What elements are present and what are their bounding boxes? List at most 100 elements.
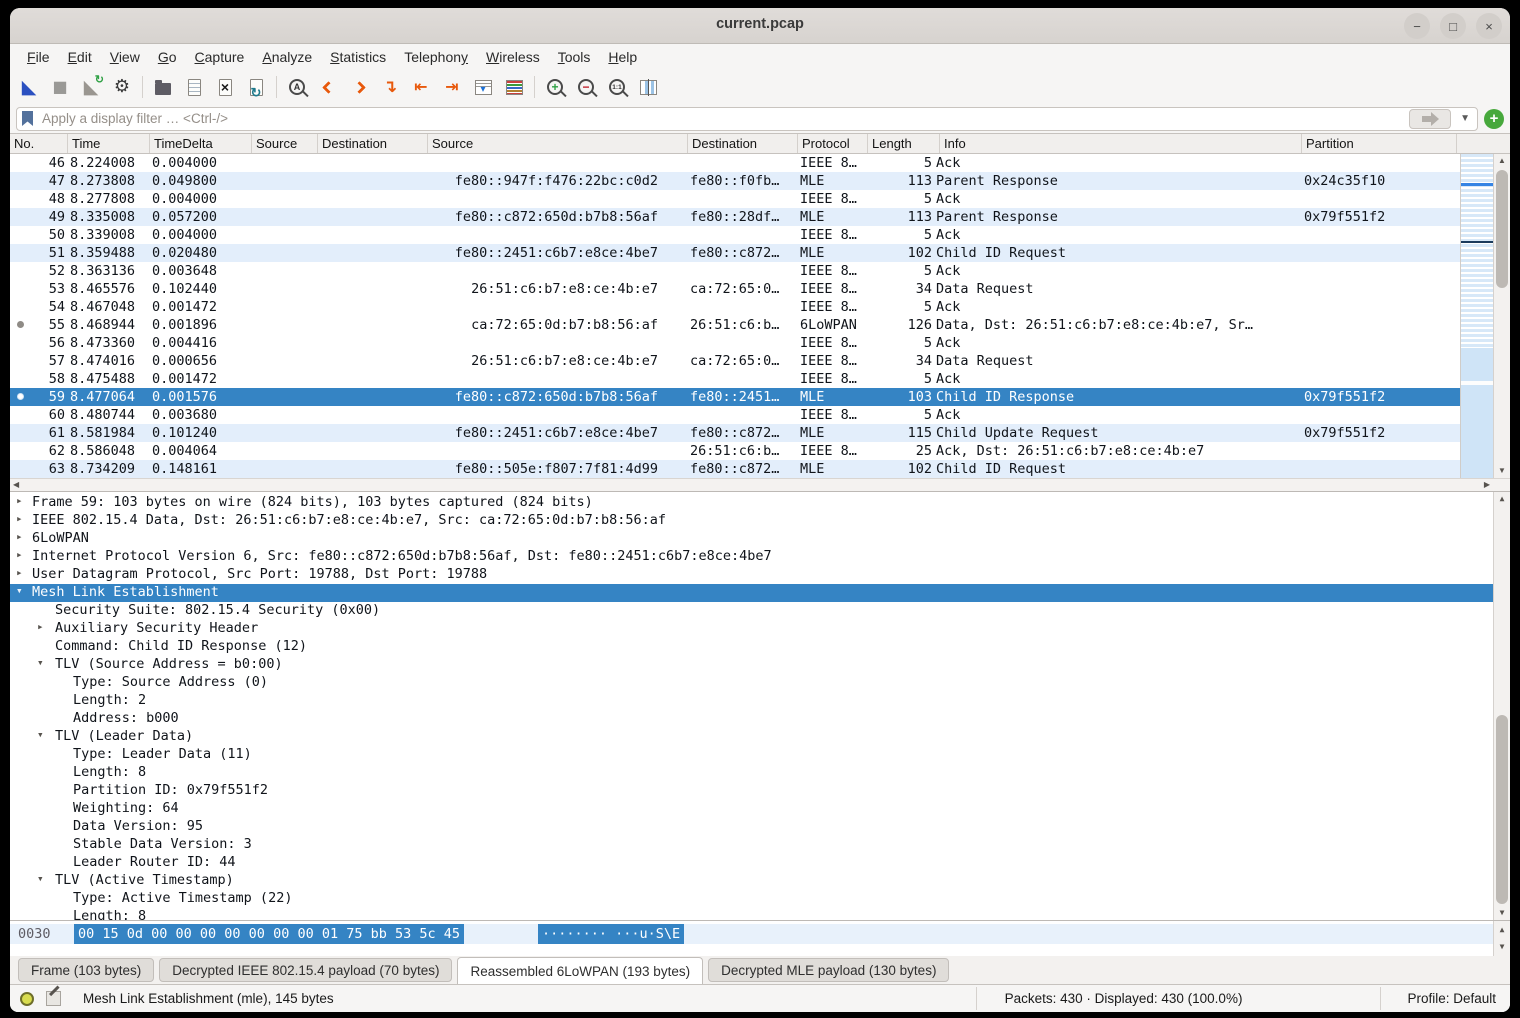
packet-row[interactable]: 578.4740160.00065626:51:c6:b7:e8:ce:4b:e… [10, 352, 1460, 370]
expand-icon[interactable]: ▸ [16, 566, 23, 579]
packet-row[interactable]: 498.3350080.057200fe80::c872:650d:b7b8:5… [10, 208, 1460, 226]
go-back-button[interactable] [313, 74, 343, 101]
menu-edit[interactable]: Edit [59, 47, 101, 67]
menu-view[interactable]: View [101, 47, 149, 67]
menu-tools[interactable]: Tools [549, 47, 600, 67]
packet-row[interactable]: 538.4655760.10244026:51:c6:b7:e8:ce:4b:e… [10, 280, 1460, 298]
zoom-reset-button[interactable]: 1:1 [602, 74, 632, 101]
hex-bytes-selected[interactable]: 00 15 0d 00 00 00 00 00 00 00 01 75 bb 5… [74, 924, 464, 944]
collapse-icon[interactable]: ▾ [37, 872, 44, 885]
auto-scroll-button[interactable] [468, 74, 498, 101]
apply-filter-button[interactable] [1409, 109, 1451, 129]
detail-tree-row[interactable]: Length: 2 [10, 692, 1493, 710]
packet-row[interactable]: 638.7342090.148161fe80::505e:f807:7f81:4… [10, 460, 1460, 478]
detail-tree-row[interactable]: Weighting: 64 [10, 800, 1493, 818]
expand-icon[interactable]: ▸ [16, 530, 23, 543]
detail-tree-row[interactable]: ▸User Datagram Protocol, Src Port: 19788… [10, 566, 1493, 584]
detail-tree-row[interactable]: ▸Internet Protocol Version 6, Src: fe80:… [10, 548, 1493, 566]
detail-tree-row[interactable]: Security Suite: 802.15.4 Security (0x00) [10, 602, 1493, 620]
detail-tree-row[interactable]: Length: 8 [10, 764, 1493, 782]
detail-tree-row[interactable]: Stable Data Version: 3 [10, 836, 1493, 854]
hex-dump-pane[interactable]: 0030 00 15 0d 00 00 00 00 00 00 00 01 75… [10, 920, 1510, 956]
title-bar[interactable]: current.pcap −□× [10, 8, 1510, 44]
scrollbar-thumb[interactable] [1496, 715, 1508, 904]
column-header-dst2[interactable]: Destination [688, 134, 798, 153]
detail-tree-row[interactable]: ▸6LoWPAN [10, 530, 1493, 548]
hex-ascii-selected[interactable]: ········ ···u·S\E [538, 924, 684, 944]
packet-list-hscrollbar[interactable]: ◀ ▶ [10, 478, 1510, 492]
column-header-delta[interactable]: TimeDelta [150, 134, 252, 153]
packet-row[interactable]: 598.4770640.001576fe80::c872:650d:b7b8:5… [10, 388, 1460, 406]
go-first-packet-button[interactable]: ⇤ [406, 74, 436, 101]
scroll-right-icon[interactable]: ▶ [1484, 480, 1490, 489]
detail-tree-row[interactable]: ▸Frame 59: 103 bytes on wire (824 bits),… [10, 494, 1493, 512]
expand-icon[interactable]: ▸ [16, 548, 23, 561]
restart-capture-button[interactable]: ◣↻ [76, 74, 106, 101]
find-packet-button[interactable]: A [282, 74, 312, 101]
detail-tree-row[interactable]: Command: Child ID Response (12) [10, 638, 1493, 656]
zoom-in-button[interactable]: + [540, 74, 570, 101]
scroll-down-icon[interactable]: ▼ [1494, 940, 1510, 954]
detail-tree-row[interactable]: ▾Mesh Link Establishment [10, 584, 1493, 602]
menu-go[interactable]: Go [149, 47, 186, 67]
maximize-button[interactable]: □ [1440, 13, 1466, 39]
column-header-proto[interactable]: Protocol [798, 134, 868, 153]
detail-tree-row[interactable]: Type: Leader Data (11) [10, 746, 1493, 764]
scroll-down-icon[interactable]: ▼ [1494, 906, 1510, 920]
filter-dropdown-caret[interactable]: ▼ [1460, 113, 1470, 124]
display-filter-input[interactable] [40, 110, 1402, 127]
menu-analyze[interactable]: Analyze [253, 47, 321, 67]
detail-tree-row[interactable]: Type: Active Timestamp (22) [10, 890, 1493, 908]
expand-icon[interactable]: ▸ [37, 620, 44, 633]
column-header-no[interactable]: No. [10, 134, 68, 153]
column-header-src2[interactable]: Source [428, 134, 688, 153]
packet-row[interactable]: 548.4670480.001472IEEE 8…5Ack [10, 298, 1460, 316]
packet-row[interactable]: 518.3594880.020480fe80::2451:c6b7:e8ce:4… [10, 244, 1460, 262]
column-header-len[interactable]: Length [868, 134, 940, 153]
stop-capture-button[interactable]: ■ [45, 74, 75, 101]
byte-tab[interactable]: Frame (103 bytes) [18, 958, 154, 982]
scroll-left-icon[interactable]: ◀ [13, 480, 19, 489]
column-header-time[interactable]: Time [68, 134, 150, 153]
colorize-button[interactable] [499, 74, 529, 101]
filter-bookmark-icon[interactable] [22, 111, 33, 126]
start-capture-button[interactable]: ◣ [14, 74, 44, 101]
packet-row[interactable]: 588.4754880.001472IEEE 8…5Ack [10, 370, 1460, 388]
byte-tab[interactable]: Decrypted MLE payload (130 bytes) [708, 958, 949, 982]
detail-tree-row[interactable]: ▾TLV (Source Address = b0:00) [10, 656, 1493, 674]
collapse-icon[interactable]: ▾ [37, 728, 44, 741]
hex-row[interactable]: 0030 00 15 0d 00 00 00 00 00 00 00 01 75… [10, 924, 1493, 944]
scroll-up-icon[interactable]: ▲ [1494, 154, 1510, 168]
expert-info-button[interactable] [20, 992, 34, 1006]
scroll-up-icon[interactable]: ▲ [1494, 923, 1510, 937]
open-file-button[interactable] [148, 74, 178, 101]
packet-row[interactable]: 468.2240080.004000IEEE 8…5Ack [10, 154, 1460, 172]
scroll-down-icon[interactable]: ▼ [1494, 464, 1510, 478]
go-last-packet-button[interactable]: ⇥ [437, 74, 467, 101]
detail-tree-row[interactable]: Address: b000 [10, 710, 1493, 728]
collapse-icon[interactable]: ▾ [16, 584, 23, 597]
menu-telephony[interactable]: Telephony [395, 47, 477, 67]
detail-tree-row[interactable]: Type: Source Address (0) [10, 674, 1493, 692]
collapse-icon[interactable]: ▾ [37, 656, 44, 669]
details-scrollbar[interactable]: ▲ ▼ [1493, 492, 1510, 920]
scrollbar-thumb[interactable] [1496, 170, 1508, 288]
capture-options-button[interactable]: ⚙ [107, 74, 137, 101]
close-file-button[interactable]: × [210, 74, 240, 101]
detail-tree-row[interactable]: Partition ID: 0x79f551f2 [10, 782, 1493, 800]
packet-row[interactable]: 558.4689440.001896ca:72:65:0d:b7:b8:56:a… [10, 316, 1460, 334]
menu-file[interactable]: File [18, 47, 59, 67]
hex-scrollbar[interactable]: ▲ ▼ [1493, 921, 1510, 956]
reload-file-button[interactable]: ↻ [241, 74, 271, 101]
expand-icon[interactable]: ▸ [16, 512, 23, 525]
packet-row[interactable]: 618.5819840.101240fe80::2451:c6b7:e8ce:4… [10, 424, 1460, 442]
column-header-info[interactable]: Info [940, 134, 1302, 153]
menu-help[interactable]: Help [599, 47, 646, 67]
column-header-part[interactable]: Partition [1302, 134, 1457, 153]
packet-row[interactable]: 488.2778080.004000IEEE 8…5Ack [10, 190, 1460, 208]
minimize-button[interactable]: − [1404, 13, 1430, 39]
expand-icon[interactable]: ▸ [16, 494, 23, 507]
packet-row[interactable]: 508.3390080.004000IEEE 8…5Ack [10, 226, 1460, 244]
packet-row[interactable]: 478.2738080.049800fe80::947f:f476:22bc:c… [10, 172, 1460, 190]
display-filter-field[interactable]: ▼ [16, 107, 1478, 131]
